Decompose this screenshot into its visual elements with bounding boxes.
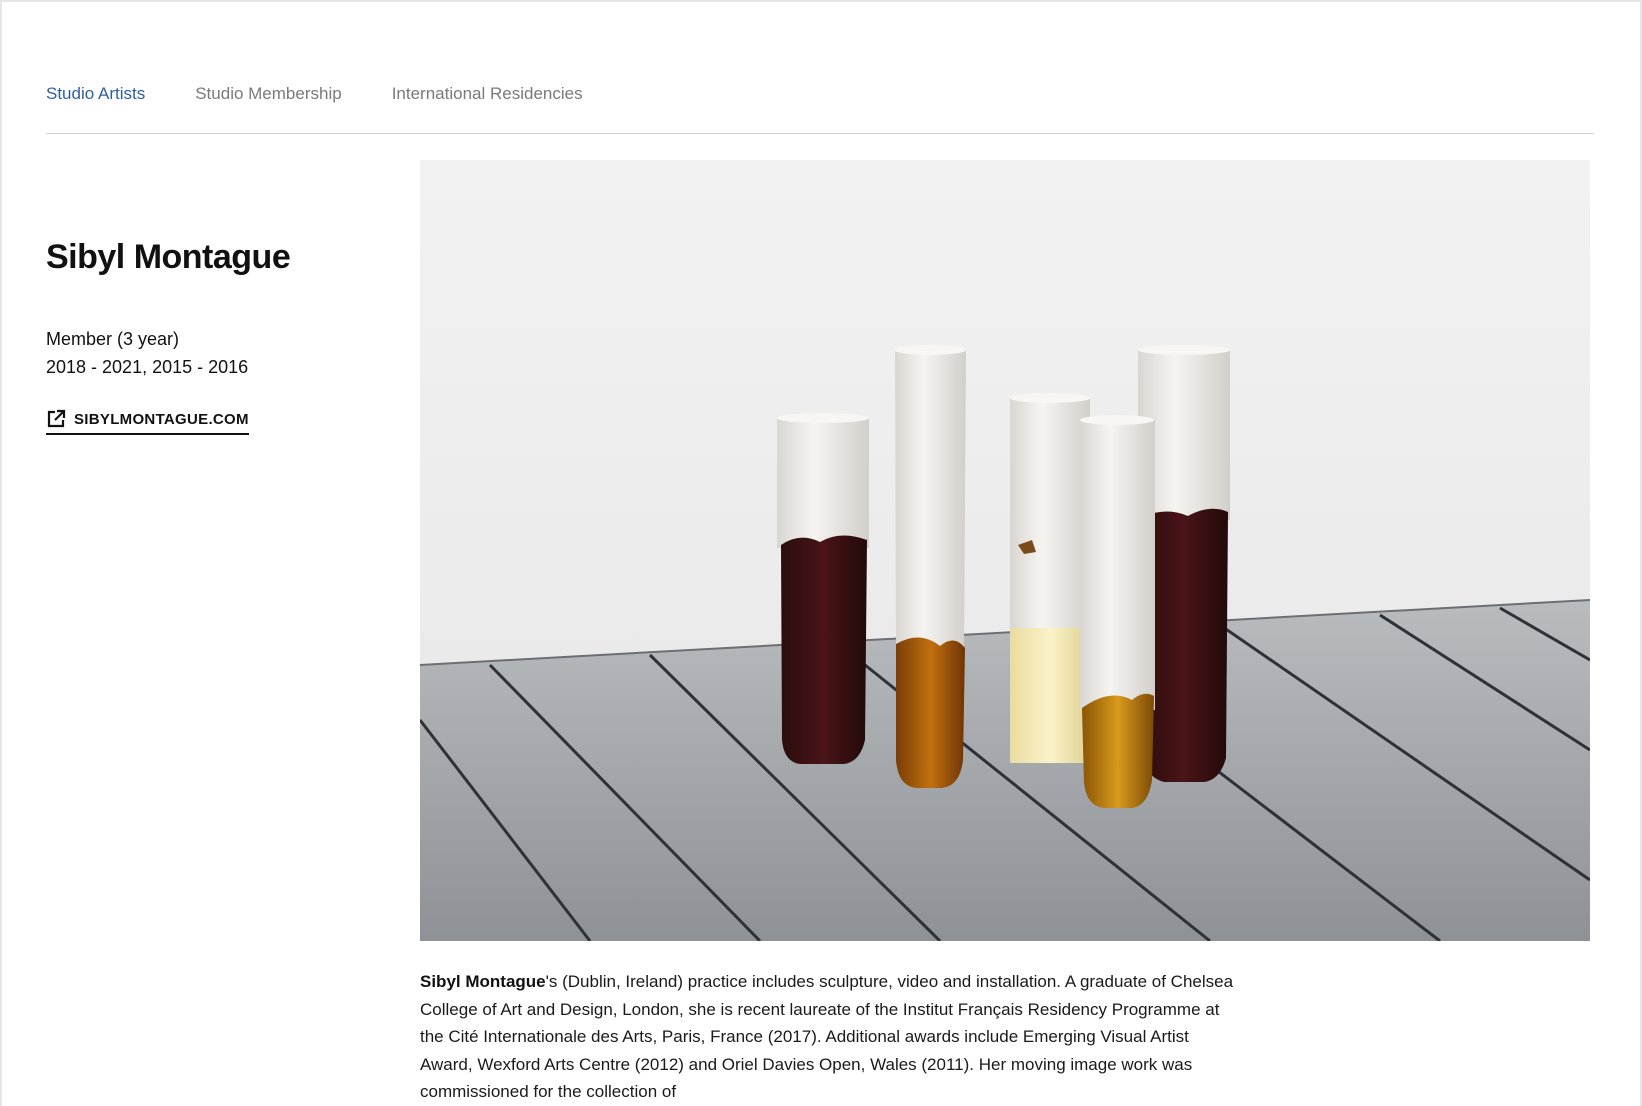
section-tabs: Studio Artists Studio Membership Interna… [46,84,583,104]
bio-lead-name: Sibyl Montague [420,972,546,991]
membership-years: 2018 - 2021, 2015 - 2016 [46,357,249,377]
external-link-icon [46,409,66,429]
website-link-label: SIBYLMONTAGUE.COM [74,410,249,428]
membership-info: Member (3 year) 2018 - 2021, 2015 - 2016 [46,325,248,381]
artist-name: Sibyl Montague [46,238,291,276]
tab-studio-membership[interactable]: Studio Membership [195,84,341,104]
bio-text: 's (Dublin, Ireland) practice includes s… [420,972,1234,1101]
artist-bio: Sibyl Montague's (Dublin, Ireland) pract… [420,968,1240,1106]
membership-type: Member (3 year) [46,329,180,349]
tab-international-residencies[interactable]: International Residencies [392,84,583,104]
website-link[interactable]: SIBYLMONTAGUE.COM [46,409,249,435]
artwork-image [420,160,1590,941]
tabs-divider [46,133,1594,134]
tab-studio-artists[interactable]: Studio Artists [46,84,145,104]
